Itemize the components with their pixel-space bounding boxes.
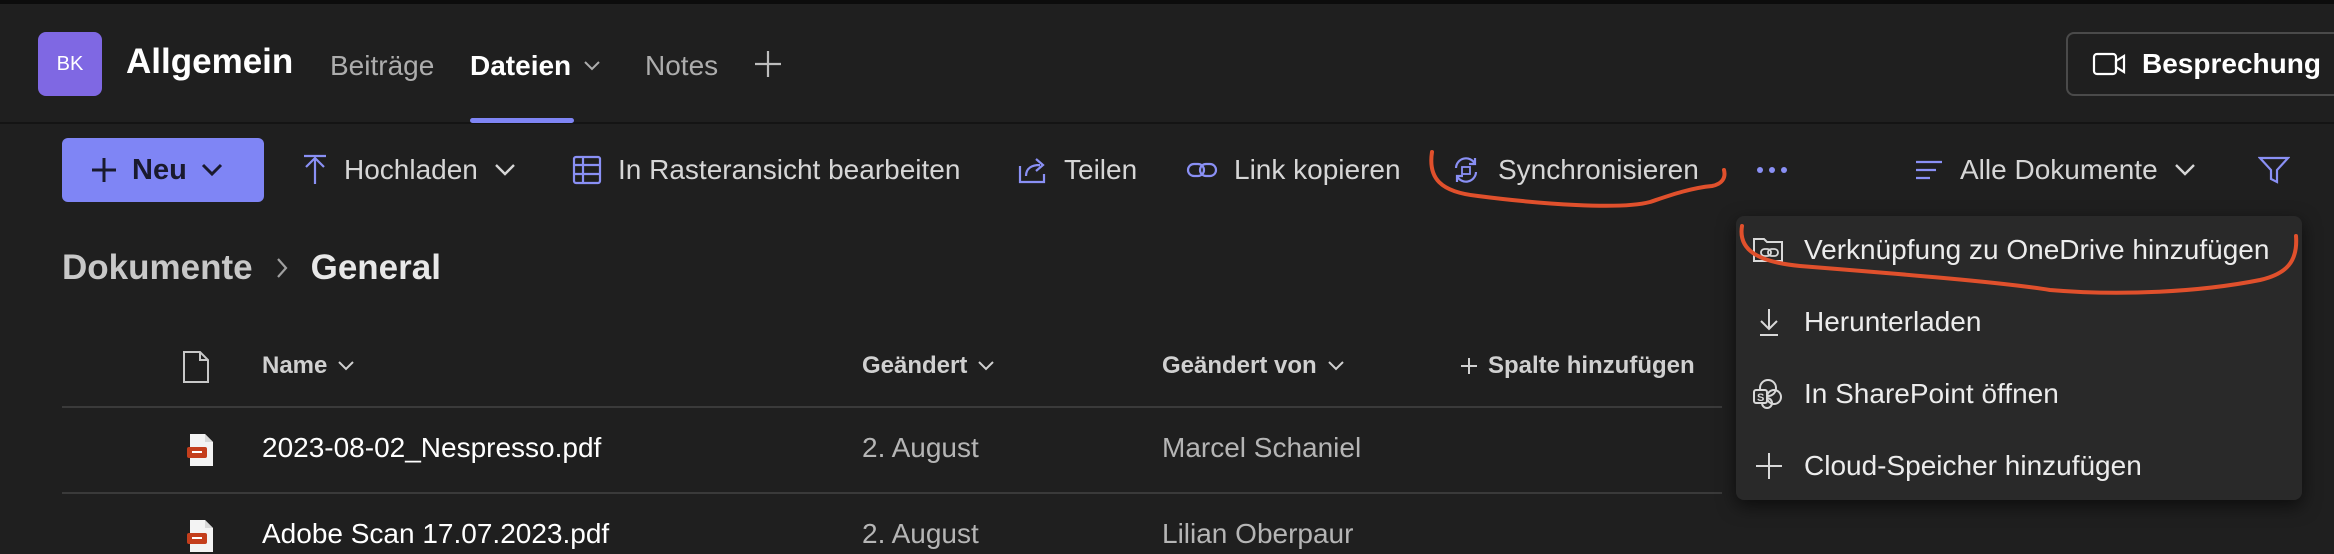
plus-icon: [92, 158, 116, 182]
more-options-menu: Verknüpfung zu OneDrive hinzufügen Herun…: [1736, 216, 2302, 500]
view-selector[interactable]: Alle Dokumente: [1914, 148, 2196, 192]
menu-item-label: Cloud-Speicher hinzufügen: [1804, 450, 2142, 481]
video-camera-icon: [2092, 52, 2126, 76]
chevron-down-icon: [495, 164, 515, 176]
column-header-modified[interactable]: Geändert: [862, 352, 995, 380]
filter-button[interactable]: [2258, 148, 2290, 192]
filter-icon: [2258, 156, 2290, 184]
column-modified-by-label: Geändert von: [1162, 352, 1317, 379]
add-column-label: Spalte hinzufügen: [1488, 352, 1695, 379]
upload-button[interactable]: Hochladen: [302, 148, 516, 192]
more-options-button[interactable]: [1756, 148, 1788, 192]
ellipsis-icon: [1757, 167, 1787, 173]
new-button[interactable]: Neu: [62, 138, 264, 202]
tab-dateien-label: Dateien: [470, 50, 572, 81]
active-tab-indicator: [470, 118, 574, 123]
share-icon: [1018, 158, 1046, 184]
tab-notes[interactable]: Notes: [645, 50, 718, 82]
column-name-label: Name: [262, 352, 328, 379]
breadcrumb-root[interactable]: Dokumente: [62, 248, 253, 288]
team-avatar[interactable]: BK: [38, 32, 102, 96]
add-column-button[interactable]: Spalte hinzufügen: [1460, 352, 1695, 380]
pdf-file-icon: [187, 434, 213, 466]
plus-icon: [1756, 453, 1782, 479]
file-name[interactable]: 2023-08-02_Nespresso.pdf: [262, 432, 601, 464]
add-tab-icon[interactable]: [752, 48, 784, 80]
grid-table-icon: [572, 155, 602, 185]
sync-button[interactable]: Synchronisieren: [1450, 148, 1699, 192]
file-name[interactable]: Adobe Scan 17.07.2023.pdf: [262, 518, 609, 550]
file-type-icon[interactable]: [182, 350, 210, 384]
view-selector-label: Alle Dokumente: [1960, 154, 2158, 185]
breadcrumb: Dokumente General: [62, 248, 441, 288]
column-header-modified-by[interactable]: Geändert von: [1162, 352, 1345, 380]
menu-item-label: In SharePoint öffnen: [1804, 378, 2059, 409]
file-modified-by: Lilian Oberpaur: [1162, 518, 1354, 549]
copy-link-label: Link kopieren: [1234, 154, 1401, 185]
tab-dateien[interactable]: Dateien: [470, 50, 601, 82]
download-icon: [1760, 309, 1778, 336]
list-view-icon: [1916, 160, 1942, 180]
grid-edit-label: In Rasteransicht bearbeiten: [618, 154, 961, 185]
breadcrumb-current: General: [310, 248, 441, 287]
copy-link-button[interactable]: Link kopieren: [1186, 148, 1401, 192]
upload-label: Hochladen: [344, 154, 478, 185]
share-button[interactable]: Teilen: [1018, 148, 1137, 192]
column-header-name[interactable]: Name: [262, 352, 355, 380]
menu-item-add-onedrive-shortcut[interactable]: Verknüpfung zu OneDrive hinzufügen: [1752, 222, 2269, 278]
tab-beitraege[interactable]: Beiträge: [330, 50, 434, 82]
channel-header: BK Allgemein Beiträge Dateien Notes Besp…: [0, 4, 2334, 124]
menu-item-download[interactable]: Herunterladen: [1752, 294, 1981, 350]
pdf-file-icon: [187, 520, 213, 552]
menu-item-label: Herunterladen: [1804, 306, 1982, 337]
file-modified: 2. August: [862, 518, 979, 549]
meeting-button[interactable]: Besprechung: [2066, 32, 2334, 96]
chevron-right-icon: [276, 258, 288, 278]
row-divider: [62, 492, 1722, 494]
chevron-down-icon: [2174, 164, 2195, 176]
plus-icon: [1461, 358, 1477, 374]
channel-title: Allgemein: [126, 42, 294, 81]
header-divider: [62, 406, 1722, 408]
grid-edit-button[interactable]: In Rasteransicht bearbeiten: [572, 148, 960, 192]
chevron-down-icon: [338, 361, 355, 371]
chevron-down-icon: [1327, 361, 1344, 371]
chevron-down-icon: [978, 361, 995, 371]
onedrive-link-icon: [1753, 238, 1783, 262]
column-modified-label: Geändert: [862, 352, 968, 379]
meeting-button-label: Besprechung: [2142, 48, 2321, 79]
sync-label: Synchronisieren: [1498, 154, 1699, 185]
chevron-down-icon: [584, 61, 600, 71]
link-icon: [1186, 162, 1218, 178]
chevron-down-icon: [201, 163, 222, 177]
menu-item-open-sharepoint[interactable]: S In SharePoint öffnen: [1752, 366, 2059, 422]
upload-arrow-icon: [304, 154, 326, 184]
menu-item-add-cloud-storage[interactable]: Cloud-Speicher hinzufügen: [1752, 438, 2142, 494]
menu-item-label: Verknüpfung zu OneDrive hinzufügen: [1804, 234, 2270, 265]
sharepoint-icon: S: [1753, 379, 1782, 409]
sync-icon: [1454, 157, 1478, 183]
new-button-label: Neu: [132, 153, 187, 186]
file-modified: 2. August: [862, 432, 979, 463]
svg-text:S: S: [1757, 392, 1764, 404]
file-modified-by: Marcel Schaniel: [1162, 432, 1362, 463]
share-label: Teilen: [1064, 154, 1138, 185]
